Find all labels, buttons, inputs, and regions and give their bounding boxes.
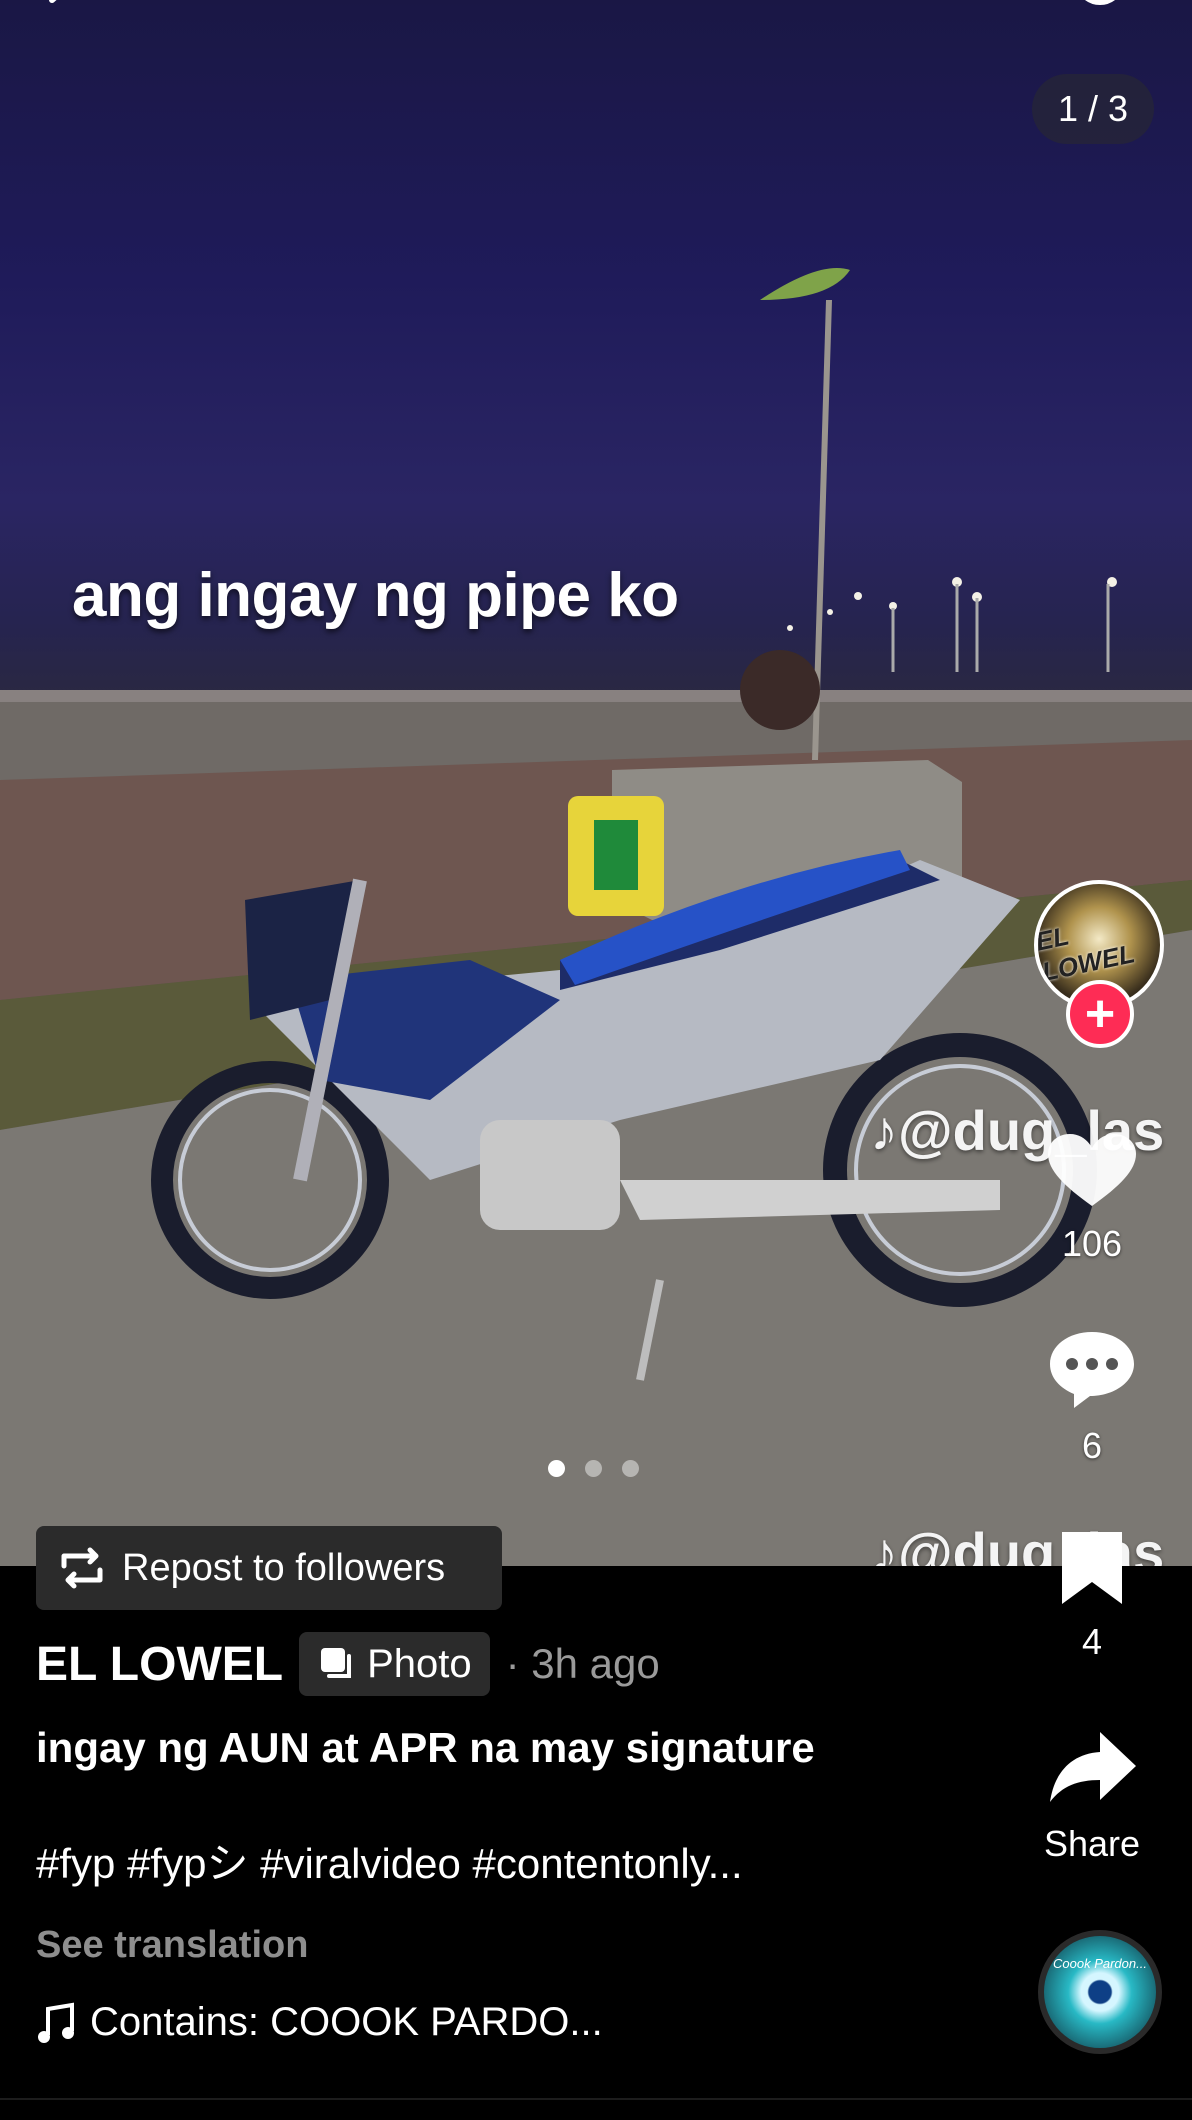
photo-icon bbox=[321, 1648, 352, 1678]
share-arrow-icon bbox=[1050, 1732, 1136, 1802]
search-icon[interactable] bbox=[1070, 0, 1130, 18]
like-count: 106 bbox=[1061, 1223, 1123, 1264]
bookmark-icon bbox=[1062, 1532, 1122, 1604]
comment-button[interactable]: 6 bbox=[1032, 1326, 1152, 1467]
favorite-button[interactable]: 4 bbox=[1032, 1526, 1152, 1663]
music-note-icon bbox=[38, 2002, 74, 2043]
back-icon[interactable] bbox=[40, 0, 100, 18]
carousel-dot-3[interactable] bbox=[622, 1460, 639, 1477]
carousel-indicator[interactable] bbox=[548, 1460, 639, 1477]
avatar-text: EL LOWEL bbox=[1034, 920, 1138, 988]
follow-button[interactable]: + bbox=[1066, 980, 1134, 1048]
repost-icon bbox=[61, 1547, 103, 1589]
music-disc[interactable]: Coook Pardon... bbox=[1038, 1930, 1162, 2054]
heart-icon bbox=[1048, 1134, 1136, 1206]
post-caption[interactable]: ingay ng AUN at APR na may signature bbox=[36, 1722, 966, 1774]
favorite-count: 4 bbox=[1081, 1621, 1103, 1662]
carousel-dot-1[interactable] bbox=[548, 1460, 565, 1477]
photo-overlay-caption: ang ingay ng pipe ko bbox=[72, 561, 679, 630]
post-hashtags[interactable]: #fyp #fypシ #viralvideo #contentonly... bbox=[36, 1838, 743, 1890]
carousel-dot-2[interactable] bbox=[585, 1460, 602, 1477]
music-disc-text: Coook Pardon... bbox=[1053, 1956, 1147, 1971]
motorcycle-photo bbox=[0, 268, 1192, 1566]
share-button[interactable]: Share bbox=[1032, 1726, 1152, 1865]
like-button[interactable]: 106 bbox=[1032, 1130, 1152, 1265]
repost-label: Repost to followers bbox=[122, 1546, 446, 1589]
music-label: Contains: COOOK PARDO... bbox=[90, 2000, 603, 2044]
post-photo[interactable]: 1 / 3 ang ingay ng pipe ko ♪@dug_las ♪@d… bbox=[0, 0, 1192, 1566]
share-label: Share bbox=[1043, 1823, 1141, 1864]
repost-button[interactable]: Repost to followers bbox=[36, 1526, 502, 1610]
music-info[interactable]: Contains: COOOK PARDO... bbox=[36, 2000, 603, 2045]
divider bbox=[0, 2098, 1192, 2100]
photo-badge-label: Photo bbox=[367, 1641, 472, 1686]
page-counter: 1 / 3 bbox=[1032, 74, 1154, 144]
author-name[interactable]: EL LOWEL bbox=[36, 1637, 283, 1692]
see-translation-link[interactable]: See translation bbox=[36, 1924, 308, 1967]
post-meta: EL LOWEL Photo · 3h ago bbox=[36, 1632, 660, 1696]
comment-count: 6 bbox=[1081, 1425, 1103, 1466]
photo-badge: Photo bbox=[299, 1632, 490, 1696]
comment-icon bbox=[1050, 1332, 1134, 1408]
post-time: · 3h ago bbox=[505, 1640, 660, 1687]
